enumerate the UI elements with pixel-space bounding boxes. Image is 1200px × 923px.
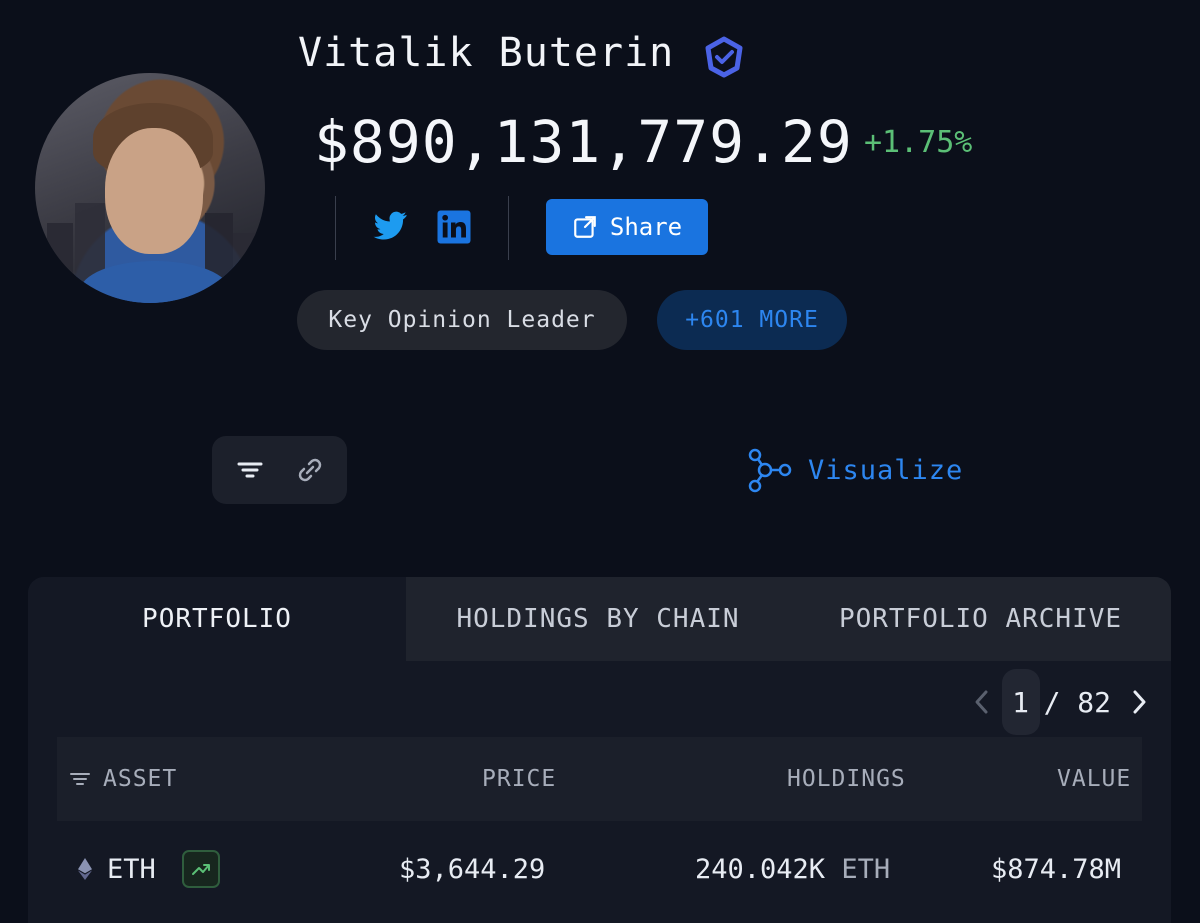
price-cell: $3,644.29 (399, 853, 546, 885)
column-value[interactable]: VALUE (1057, 766, 1131, 792)
portfolio-change-percent: +1.75% (864, 125, 973, 160)
more-tags-button[interactable]: +601 MORE (657, 290, 847, 350)
column-price[interactable]: PRICE (482, 766, 556, 792)
sort-icon (70, 773, 90, 785)
tab-portfolio[interactable]: PORTFOLIO (28, 577, 406, 661)
holdings-unit: ETH (841, 853, 891, 885)
current-page[interactable]: 1 (1001, 669, 1040, 735)
tab-portfolio-archive[interactable]: PORTFOLIO ARCHIVE (790, 577, 1171, 661)
filter-icon[interactable] (233, 453, 267, 487)
next-page-button[interactable] (1119, 682, 1159, 722)
twitter-icon[interactable] (372, 208, 408, 244)
asset-symbol: ETH (107, 853, 156, 885)
ethereum-icon (78, 858, 92, 880)
share-label: Share (609, 213, 683, 241)
total-pages: / 82 (1043, 685, 1111, 719)
column-holdings[interactable]: HOLDINGS (787, 766, 906, 792)
chevron-right-icon (1133, 690, 1146, 714)
divider (335, 196, 336, 260)
profile-name: Vitalik Buterin (298, 30, 675, 76)
value-cell: $874.78M (991, 853, 1122, 885)
pagination: 1 / 82 (962, 669, 1159, 735)
linkedin-icon[interactable] (436, 209, 472, 245)
holdings-amount: 240.042K (695, 853, 826, 885)
visualize-button[interactable]: Visualize (744, 446, 963, 494)
link-icon[interactable] (293, 453, 327, 487)
tag-key-opinion-leader[interactable]: Key Opinion Leader (297, 290, 627, 350)
column-asset-label: ASSET (103, 766, 178, 792)
profile-avatar (35, 73, 265, 303)
holdings-cell: 240.042K ETH (695, 854, 890, 885)
table-row[interactable]: ETH $3,644.29 240.042K ETH $874.78M (57, 829, 1142, 909)
trend-up-icon[interactable] (181, 850, 220, 888)
column-asset[interactable]: ASSET (69, 766, 177, 792)
prev-page-button[interactable] (962, 682, 1002, 722)
tools-group (212, 436, 347, 504)
visualize-label: Visualize (808, 454, 964, 486)
tab-bar: PORTFOLIO HOLDINGS BY CHAIN PORTFOLIO AR… (28, 577, 1171, 661)
portfolio-panel: PORTFOLIO HOLDINGS BY CHAIN PORTFOLIO AR… (28, 577, 1171, 923)
table-header: ASSET PRICE HOLDINGS VALUE (57, 737, 1142, 821)
chevron-left-icon (975, 690, 988, 714)
external-link-icon (574, 216, 596, 238)
tab-holdings-by-chain[interactable]: HOLDINGS BY CHAIN (406, 577, 790, 661)
share-button[interactable]: Share (546, 199, 708, 255)
graph-nodes-icon (748, 448, 792, 493)
portfolio-net-value: $890,131,779.29 (314, 108, 853, 176)
asset-cell: ETH (77, 850, 220, 888)
verified-badge-icon (705, 36, 743, 78)
divider (508, 196, 509, 260)
